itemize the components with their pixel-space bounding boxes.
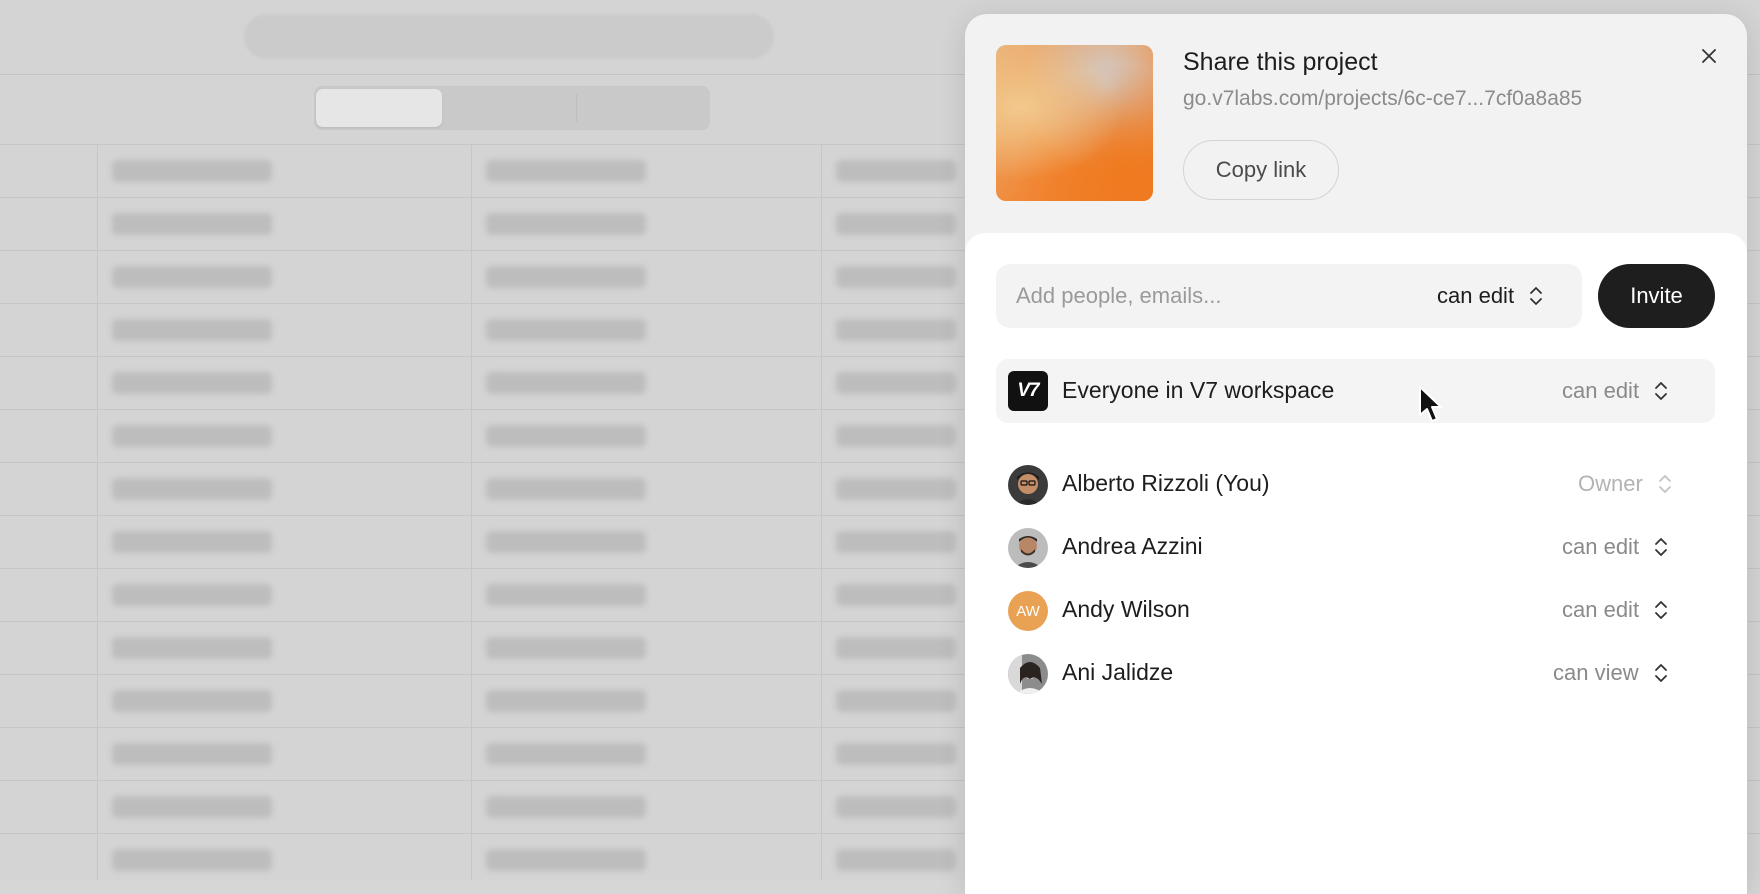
background-cell-placeholder [836,160,956,182]
copy-link-button[interactable]: Copy link [1183,140,1339,200]
background-cell-placeholder [112,531,272,553]
background-cell-placeholder [112,372,272,394]
member-name: Alberto Rizzoli (You) [1062,470,1270,496]
background-cell-placeholder [112,266,272,288]
v7-logo: V7 [1008,371,1048,411]
invite-input[interactable] [1016,264,1396,328]
background-cell-placeholder [112,213,272,235]
member-name: Ani Jalidze [1062,659,1174,685]
avatar [1008,528,1048,568]
background-cell-placeholder [112,160,272,182]
chevron-updown-icon [1655,538,1667,556]
background-cell-placeholder [836,796,956,818]
background-cell-placeholder [836,637,956,659]
background-cell-placeholder [112,584,272,606]
background-cell-placeholder [836,213,956,235]
background-cell-placeholder [486,690,646,712]
background-cell-placeholder [836,425,956,447]
invite-permission-label: can edit [1437,283,1515,308]
background-cell-placeholder [486,531,646,553]
share-modal: Share this project go.v7labs.com/project… [965,14,1747,894]
background-cell-placeholder [486,213,646,235]
modal-title: Share this project [1183,48,1378,76]
member-permission-label: can edit [1562,534,1640,559]
background-search-bar [244,14,774,59]
background-cell-placeholder [836,531,956,553]
background-cell-placeholder [112,690,272,712]
member-permission-select[interactable]: can view [1553,660,1669,686]
background-segmented-control [314,86,710,130]
background-cell-placeholder [486,796,646,818]
project-thumbnail [996,45,1153,201]
background-cell-placeholder [486,584,646,606]
chevron-updown-icon [1655,601,1667,619]
background-cell-placeholder [486,319,646,341]
invite-permission-select[interactable]: can edit [1437,283,1544,309]
background-cell-placeholder [836,319,956,341]
member-permission-select[interactable]: can edit [1562,534,1669,560]
background-cell-placeholder [112,743,272,765]
background-cell-placeholder [112,796,272,818]
chevron-updown-icon [1658,475,1671,493]
background-cell-placeholder [486,160,646,182]
mouse-cursor-icon [1419,386,1442,422]
share-panel: can edit Invite V7 Everyone in V7 worksp… [965,233,1747,894]
background-cell-placeholder [486,637,646,659]
background-cell-placeholder [112,425,272,447]
background-segment-active [316,89,442,127]
member-permission-label: Owner [1578,471,1643,496]
avatar: AW [1008,591,1048,631]
chevron-updown-icon [1655,382,1667,400]
member-permission-select: Owner [1578,471,1673,497]
close-icon[interactable] [1697,44,1721,68]
background-cell-placeholder [836,478,956,500]
chevron-updown-icon [1530,287,1542,305]
background-cell-placeholder [486,743,646,765]
background-cell-placeholder [836,690,956,712]
background-cell-placeholder [112,849,272,871]
member-name: Andy Wilson [1062,596,1190,622]
member-permission-label: can view [1553,660,1639,685]
avatar [1008,654,1048,694]
background-cell-placeholder [836,849,956,871]
invite-button[interactable]: Invite [1598,264,1715,328]
background-cell-placeholder [112,319,272,341]
workspace-label: Everyone in V7 workspace [1062,377,1335,403]
background-cell-placeholder [112,478,272,500]
background-cell-placeholder [486,849,646,871]
chevron-updown-icon [1654,664,1667,682]
member-name: Andrea Azzini [1062,533,1203,559]
workspace-access-row[interactable]: V7 Everyone in V7 workspace can edit [996,359,1715,423]
member-permission-select[interactable]: can edit [1562,597,1669,623]
workspace-permission-label: can edit [1562,378,1640,403]
background-cell-placeholder [486,425,646,447]
background-cell-placeholder [486,372,646,394]
background-cell-placeholder [486,266,646,288]
background-cell-placeholder [836,266,956,288]
avatar [1008,465,1048,505]
background-cell-placeholder [112,637,272,659]
background-cell-placeholder [486,478,646,500]
invite-field: can edit [996,264,1582,328]
background-cell-placeholder [836,743,956,765]
member-permission-label: can edit [1562,597,1640,622]
background-segment-divider [576,94,577,122]
project-url: go.v7labs.com/projects/6c-ce7...7cf0a8a8… [1183,87,1583,110]
workspace-permission-select[interactable]: can edit [1562,378,1669,404]
background-cell-placeholder [836,584,956,606]
background-cell-placeholder [836,372,956,394]
